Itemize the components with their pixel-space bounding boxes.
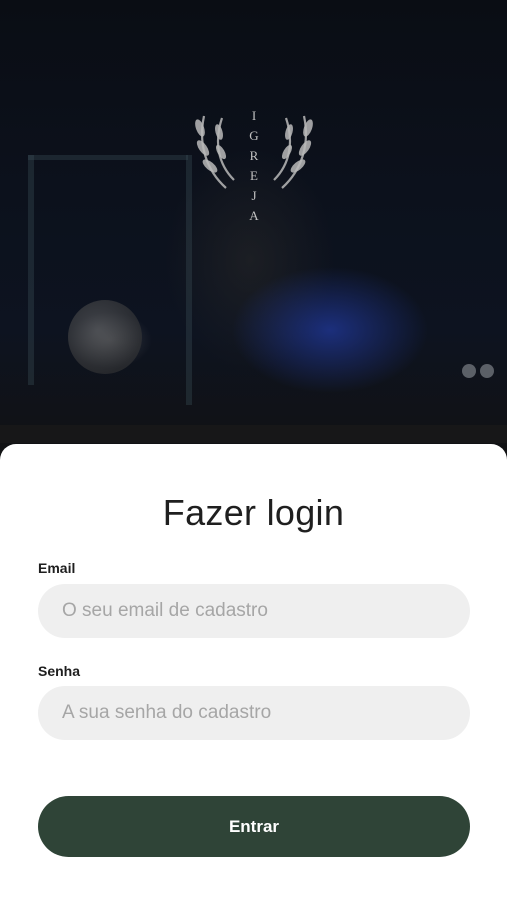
logo-letter: E	[250, 168, 258, 183]
logo-letter: G	[249, 128, 258, 143]
login-sheet: Fazer login Email Senha Entrar	[0, 444, 507, 900]
logo-letter: I	[252, 108, 256, 123]
hero-background-image: I G R E J A	[0, 0, 507, 470]
drum	[68, 300, 142, 374]
stage-truss	[28, 155, 188, 160]
stage-light	[480, 364, 494, 378]
email-label: Email	[38, 560, 76, 576]
logo-letter: R	[250, 148, 259, 163]
logo-letter: J	[251, 188, 256, 203]
stage-truss	[28, 155, 34, 385]
stage-floor	[0, 425, 507, 443]
stage-light	[462, 364, 476, 378]
logo-letter: A	[249, 208, 259, 223]
password-label: Senha	[38, 663, 81, 679]
email-field[interactable]	[38, 584, 470, 638]
login-button[interactable]: Entrar	[38, 796, 470, 857]
church-logo: I G R E J A	[195, 108, 313, 223]
password-field[interactable]	[38, 686, 470, 740]
login-screen: I G R E J A Fazer login Email Senha Entr…	[0, 0, 507, 900]
login-title: Fazer login	[162, 492, 345, 533]
